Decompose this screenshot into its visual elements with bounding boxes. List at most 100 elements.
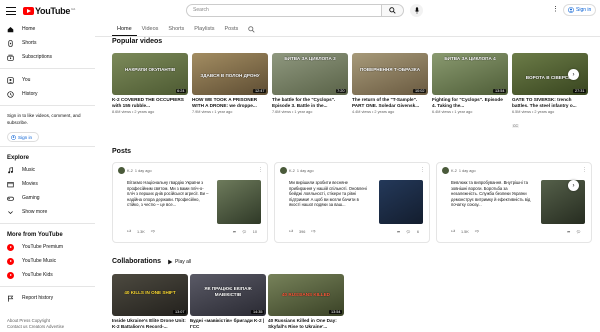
video-title[interactable]: K-2 COVERED THE OCCUPIERS with 155 rubbl… (112, 97, 188, 109)
post-more-icon[interactable]: ⋮ (420, 167, 425, 173)
posts-next-button[interactable]: › (568, 180, 579, 191)
sidebar-item-youtube-premium[interactable]: YouTube Premium (0, 240, 95, 254)
video-duration: 7:20 (335, 89, 346, 93)
like-icon[interactable]: 👍︎ (289, 229, 293, 234)
video-title[interactable]: Inside Ukraine's Elite Drone Unit: K-2 B… (112, 318, 188, 330)
comment-icon[interactable]: 💬︎ (242, 229, 247, 234)
sidebar-item-movies[interactable]: Movies (0, 177, 95, 191)
video-card[interactable]: ВОРОТА В СІВЕРСЬК 27:31 GATE TO SIVERSK:… (512, 53, 588, 132)
search-input[interactable]: Search (186, 4, 382, 17)
menu-icon[interactable] (6, 7, 16, 15)
sidebar-item-youtube-music[interactable]: YouTube Music (0, 254, 95, 268)
channel-search-button[interactable] (243, 22, 260, 36)
video-thumbnail[interactable]: БИТВА ЗА ЦИКЛОПА 3 7:20 (272, 53, 348, 95)
post-card[interactable]: K-2 1 day ago ⋮ Ми вирішили зробити весн… (274, 162, 430, 243)
video-title[interactable]: Будні «мавікістів» бригади K-2 | ГСС (190, 318, 266, 330)
footer-links-2[interactable]: Contact us Creators Advertise (7, 324, 64, 330)
post-author[interactable]: K-2 (127, 169, 133, 173)
divider (0, 223, 95, 224)
tab-home[interactable]: Home (112, 22, 137, 36)
post-text: Вевлюкк та випробування. Внутрішні та зо… (451, 180, 531, 208)
post-card[interactable]: K-2 1 day ago ⋮ Вевлюкк та випробування.… (436, 162, 592, 243)
video-title[interactable]: HOW WE TOOK A PRISONER WITH A DRONE: we … (192, 97, 268, 109)
sidebar-item-show-more[interactable]: Show more (0, 205, 95, 219)
sidebar-item-you[interactable]: You (0, 73, 95, 87)
post-more-icon[interactable]: ⋮ (258, 167, 263, 173)
video-thumbnail[interactable]: 40 KILLS IN ONE SHIFT 13:07 (112, 274, 188, 316)
sidebar-item-gaming[interactable]: Gaming (0, 191, 95, 205)
share-icon[interactable]: ➦ (567, 229, 570, 234)
sidebar-item-report-history[interactable]: Report history (0, 291, 95, 305)
video-card[interactable]: НАКРИЛИ ОКУПАНТІВ 6:24 K-2 COVERED THE O… (112, 53, 188, 132)
sidebar-item-home[interactable]: Home (0, 22, 95, 36)
tab-playlists[interactable]: Playlists (189, 22, 219, 36)
video-card[interactable]: 40 RUSSIANS KILLED 13:54 40 Russians Kil… (268, 274, 344, 330)
dislike-icon[interactable]: 👎︎ (151, 229, 155, 234)
sidebar-item-label: Subscriptions (22, 54, 53, 60)
sign-in-button[interactable]: Sign in (563, 4, 597, 16)
dislike-icon[interactable]: 👎︎ (311, 229, 315, 234)
post-time: 1 day ago (296, 168, 314, 173)
video-thumbnail[interactable]: ПОВЕРНЕННЯ Т-ОБРАЗКА 10:02 (352, 53, 428, 95)
sidebar-item-youtube-kids[interactable]: YouTube Kids (0, 268, 95, 282)
video-card[interactable]: БИТВА ЗА ЦИКЛОПА 3 7:20 The battle for t… (272, 53, 348, 132)
share-icon[interactable]: ➦ (397, 229, 400, 234)
comment-icon[interactable]: 💬︎ (406, 229, 411, 234)
search-button[interactable] (382, 4, 404, 17)
post-image[interactable] (379, 180, 423, 224)
post-author[interactable]: K-2 (289, 169, 295, 173)
avatar[interactable] (280, 167, 287, 174)
dislike-icon[interactable]: 👎︎ (475, 229, 479, 234)
thumbnail-caption: НАКРИЛИ ОКУПАНТІВ (124, 67, 176, 72)
video-card[interactable]: БИТВА ЗА ЦИКЛОПА 4 13:54 Fighting for "C… (432, 53, 508, 132)
like-count: 1.5K (460, 229, 469, 234)
comment-icon[interactable]: 💬︎ (576, 229, 581, 234)
tab-videos[interactable]: Videos (137, 22, 164, 36)
post-image[interactable] (217, 180, 261, 224)
video-title[interactable]: 40 Russians Killed in One Day: Skyfall's… (268, 318, 344, 330)
youtube-logo[interactable]: YouTube UA (23, 6, 75, 16)
post-author[interactable]: K-2 (451, 169, 457, 173)
post-actions: 👍︎ 1.5K 👎︎ ➦ 💬︎ (451, 229, 581, 234)
popular-videos-row: НАКРИЛИ ОКУПАНТІВ 6:24 K-2 COVERED THE O… (112, 53, 594, 132)
post-more-icon[interactable]: ⋮ (582, 167, 587, 173)
video-thumbnail[interactable]: 40 RUSSIANS KILLED 13:54 (268, 274, 344, 316)
sidebar-item-shorts[interactable]: Shorts (0, 36, 95, 50)
play-all-button[interactable]: Play all (167, 259, 191, 265)
video-card[interactable]: 40 KILLS IN ONE SHIFT 13:07 Inside Ukrai… (112, 274, 188, 330)
video-thumbnail[interactable]: ЗДАВСЯ В ПОЛОН ДРОНУ 12:47 (192, 53, 268, 95)
popular-next-button[interactable]: › (568, 69, 579, 80)
sidebar-item-subscriptions[interactable]: Subscriptions (0, 50, 95, 64)
youtube-premium-icon (7, 243, 14, 251)
sidebar-item-label: YouTube Premium (22, 244, 64, 250)
post-time: 1 day ago (134, 168, 152, 173)
avatar[interactable] (442, 167, 449, 174)
like-icon[interactable]: 👍︎ (127, 229, 131, 234)
video-thumbnail[interactable]: НАКРИЛИ ОКУПАНТІВ 6:24 (112, 53, 188, 95)
share-icon[interactable]: ➦ (233, 229, 236, 234)
video-title[interactable]: GATE TO SIVERSK: trench battles. The ste… (512, 97, 588, 109)
post-text: Ми вирішили зробити весняне прибирання у… (289, 180, 367, 208)
music-icon (7, 166, 14, 174)
post-card[interactable]: K-2 1 day ago ⋮ Вітаємо Національну гвар… (112, 162, 268, 243)
more-options-icon[interactable]: ⋮ (552, 5, 559, 13)
tab-posts[interactable]: Posts (219, 22, 243, 36)
video-title[interactable]: The battle for the "Cyclops". Episode 3.… (272, 97, 348, 109)
chevron-right-icon: › (572, 182, 575, 189)
video-card[interactable]: ЯК ПРАЦЮЄ ЕКІПАЖ МАВІКІСТІВ 14:35 Будні … (190, 274, 266, 330)
sidebar-item-history[interactable]: History (0, 87, 95, 101)
sidebar-sign-in-button[interactable]: Sign in (7, 132, 39, 142)
video-title[interactable]: The return of the "T-Sample". PART ONE. … (352, 97, 428, 109)
video-thumbnail[interactable]: ЯК ПРАЦЮЄ ЕКІПАЖ МАВІКІСТІВ 14:35 (190, 274, 266, 316)
more-from-youtube-heading: More from YouTube (7, 232, 63, 238)
tab-shorts[interactable]: Shorts (163, 22, 189, 36)
video-card[interactable]: ПОВЕРНЕННЯ Т-ОБРАЗКА 10:02 The return of… (352, 53, 428, 132)
avatar[interactable] (118, 167, 125, 174)
video-title[interactable]: Fighting for "Cyclops". Episode 4. Takin… (432, 97, 508, 109)
sidebar-item-music[interactable]: Music (0, 163, 95, 177)
like-icon[interactable]: 👍︎ (451, 229, 455, 234)
thumbnail-caption: ЯК ПРАЦЮЄ ЕКІПАЖ МАВІКІСТІВ (204, 286, 252, 297)
voice-search-button[interactable] (410, 4, 423, 17)
video-thumbnail[interactable]: БИТВА ЗА ЦИКЛОПА 4 13:54 (432, 53, 508, 95)
video-card[interactable]: ЗДАВСЯ В ПОЛОН ДРОНУ 12:47 HOW WE TOOK A… (192, 53, 268, 132)
